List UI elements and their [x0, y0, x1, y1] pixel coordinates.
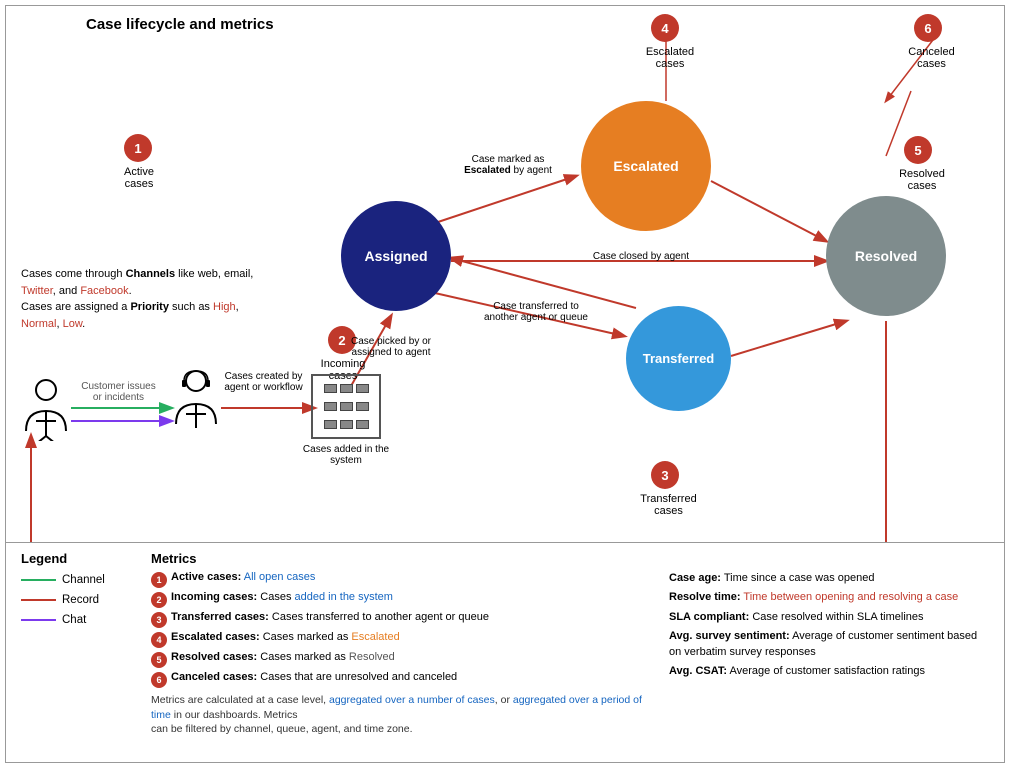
badge-4-label: Escalated cases	[640, 46, 700, 70]
resolved-circle: Resolved	[826, 196, 946, 316]
legend-section: Legend Channel Record Chat Metrics 1 Act…	[6, 542, 1004, 762]
metric-1: 1 Active cases: All open cases	[151, 571, 649, 588]
badge-1-label: Active cases	[114, 166, 164, 190]
metric-5: 5 Resolved cases: Cases marked as Resolv…	[151, 651, 649, 668]
badge-4: 4	[651, 14, 679, 42]
queue-box	[311, 374, 381, 439]
page-title: Case lifecycle and metrics	[86, 16, 274, 33]
transferred-circle: Transferred	[626, 306, 731, 411]
legend-channel: Channel	[21, 574, 131, 586]
metric-survey-sentiment: Avg. survey sentiment: Average of custom…	[669, 629, 989, 660]
metrics-title: Metrics	[151, 551, 649, 566]
metric-2: 2 Incoming cases: Cases added in the sys…	[151, 591, 649, 608]
metric-sla: SLA compliant: Case resolved within SLA …	[669, 610, 989, 625]
description-text: Cases come through Channels like web, em…	[21, 266, 271, 332]
case-escalated-label: Case marked as Escalated by agent	[453, 154, 563, 176]
legend-title: Legend	[21, 551, 131, 566]
metric-6: 6 Canceled cases: Cases that are unresol…	[151, 671, 649, 688]
metric-resolve-time: Resolve time: Time between opening and r…	[669, 590, 989, 605]
main-container: Case lifecycle and metrics	[5, 5, 1005, 763]
cases-created-label: Cases created by agent or workflow	[221, 371, 306, 393]
agent-icon	[166, 366, 226, 436]
metrics-col: Metrics 1 Active cases: All open cases 2…	[151, 551, 649, 754]
assigned-circle: Assigned	[341, 201, 451, 311]
metric-3: 3 Transferred cases: Cases transferred t…	[151, 611, 649, 628]
badge-3-label: Transferred cases	[636, 493, 701, 517]
customer-icon	[21, 376, 71, 441]
metric-4: 4 Escalated cases: Cases marked as Escal…	[151, 631, 649, 648]
right-metrics-col: Case age: Time since a case was opened R…	[669, 551, 989, 754]
metric-case-age: Case age: Time since a case was opened	[669, 571, 989, 586]
case-transferred-label: Case transferred to another agent or que…	[476, 301, 596, 323]
legend-col: Legend Channel Record Chat	[21, 551, 131, 754]
legend-chat: Chat	[21, 614, 131, 626]
legend-record: Record	[21, 594, 131, 606]
badge-5: 5	[904, 136, 932, 164]
badge-3: 3	[651, 461, 679, 489]
metric-csat: Avg. CSAT: Average of customer satisfact…	[669, 664, 989, 679]
badge-5-label: Resolved cases	[892, 168, 952, 192]
badge-1: 1	[124, 134, 152, 162]
badge-6: 6	[914, 14, 942, 42]
customer-issues-label: Customer issues or incidents	[76, 381, 161, 403]
footnote: Metrics are calculated at a case level, …	[151, 693, 649, 737]
case-closed-label: Case closed by agent	[586, 251, 696, 262]
case-picked-label: Case picked by or assigned to agent	[346, 336, 436, 358]
escalated-circle: Escalated	[581, 101, 711, 231]
cases-added-label: Cases added in the system	[301, 444, 391, 466]
badge-6-label: Canceled cases	[904, 46, 959, 70]
